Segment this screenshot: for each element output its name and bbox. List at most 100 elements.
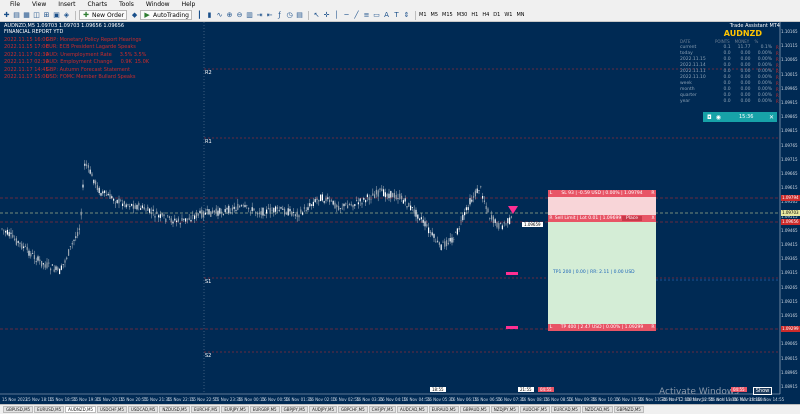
entry-close-button[interactable]: X [650, 216, 656, 221]
tp-panel[interactable]: L TP 400 | 2.47 USD | 0.00% | 1.09299 R [548, 324, 656, 331]
candle-body [467, 207, 469, 210]
profiles-icon[interactable]: ▤ [12, 11, 21, 20]
screenshot-icon[interactable]: ◘ [707, 114, 712, 121]
metaeditor-icon[interactable]: ◆ [130, 11, 139, 20]
chart-tab[interactable]: USDCAD,M5 [127, 406, 159, 413]
timeframe-m1[interactable]: M1 [419, 12, 427, 18]
candle-body [114, 202, 116, 204]
chart-tab[interactable]: AUDCAD,M5 [397, 406, 428, 413]
chart-shift-icon[interactable]: ⇤ [265, 11, 274, 20]
timeframe-m30[interactable]: M30 [457, 12, 468, 18]
horizontal-line-icon[interactable]: ─ [342, 11, 351, 20]
tp-drag-handle[interactable] [506, 326, 518, 329]
close-icon[interactable]: ✕ [769, 114, 774, 121]
news-date: 2022.11.17 14:45 [4, 66, 49, 73]
toolbar: ✚ ▤ ▦ ◫ ⊞ ▣ ◈ ✚ New Order ◆ ▶ AutoTradin… [0, 9, 800, 22]
cursor-icon[interactable]: ↖ [312, 11, 321, 20]
chart-tab[interactable]: GBPCHF,M5 [338, 406, 368, 413]
autoscroll-icon[interactable]: ⇥ [255, 11, 264, 20]
channel-icon[interactable]: ≡ [362, 11, 371, 20]
chart-tab[interactable]: NZDCAD,M5 [581, 406, 613, 413]
eye-icon[interactable]: ◉ [716, 114, 721, 121]
menu-help[interactable]: Help [182, 1, 196, 8]
navigator-icon[interactable]: ◫ [32, 11, 41, 20]
timeframe-w1[interactable]: W1 [504, 12, 512, 18]
zoom-out-icon[interactable]: ⊖ [235, 11, 244, 20]
new-order-button[interactable]: ✚ New Order [79, 10, 128, 20]
news-item: 2022.11.17 02:30AUD: Unemployment Rate 3.… [4, 52, 149, 59]
candle-body [62, 264, 64, 265]
timeframe-m5[interactable]: M5 [431, 12, 439, 18]
crosshair-icon[interactable]: ✛ [322, 11, 331, 20]
candle-body [3, 229, 5, 231]
timeframe-m15[interactable]: M15 [442, 12, 453, 18]
chart-tab[interactable]: EURAUD,M5 [428, 406, 459, 413]
candle-body [201, 209, 203, 218]
entry-panel[interactable]: R Sell Limit | Lot 0.01 | 1.09699 Place … [548, 215, 656, 222]
candle-body [165, 218, 167, 222]
chart-tab[interactable]: EURCAD,M5 [550, 406, 581, 413]
menu-file[interactable]: File [10, 1, 20, 8]
autotrading-button[interactable]: ▶ AutoTrading [140, 10, 192, 20]
line-chart-icon[interactable]: ∿ [215, 11, 224, 20]
zoom-in-icon[interactable]: ⊕ [225, 11, 234, 20]
candle-body [147, 206, 149, 211]
chart-tab[interactable]: AUDJPY,M5 [309, 406, 338, 413]
chart-tab[interactable]: EURJPY,M5 [221, 406, 249, 413]
chart-tab[interactable]: EURUSD,M5 [34, 406, 65, 413]
chart-tab[interactable]: CHFJPY,M5 [368, 406, 396, 413]
new-chart-icon[interactable]: ✚ [2, 11, 11, 20]
trendline-icon[interactable]: ╱ [352, 11, 361, 20]
periods-icon[interactable]: ◷ [285, 11, 294, 20]
bar-chart-icon[interactable]: ┃ [195, 11, 204, 20]
candlestick-icon[interactable]: ▮ [205, 11, 214, 20]
chart-tab[interactable]: EURCHF,M5 [190, 406, 221, 413]
menu-view[interactable]: View [32, 1, 46, 8]
price-tick-label: 1.10015 [781, 71, 798, 77]
timeframe-mn[interactable]: MN [516, 12, 524, 18]
candle-body [80, 211, 82, 216]
chart-tab[interactable]: AUDNZD,M5 [65, 406, 96, 413]
chart-tab[interactable]: NZDJPY,M5 [490, 406, 519, 413]
templates-icon[interactable]: ▤ [295, 11, 304, 20]
text-icon[interactable]: A [382, 11, 391, 20]
timeframe-d1[interactable]: D1 [493, 12, 500, 18]
menu-insert[interactable]: Insert [58, 1, 75, 8]
chart-tab[interactable]: NZDUSD,M5 [159, 406, 190, 413]
fibonacci-icon[interactable]: ▭ [372, 11, 381, 20]
candle-body [312, 201, 314, 207]
timeframe-h4[interactable]: H4 [482, 12, 489, 18]
menu-window[interactable]: Window [146, 1, 170, 8]
candle-body [123, 201, 125, 204]
sl-panel[interactable]: L SL 93 | -0.59 USD | 0.00% | 1.09794 R [548, 190, 656, 197]
timer-label: 15:36 [739, 114, 754, 120]
vertical-line-icon[interactable]: │ [332, 11, 341, 20]
label-icon[interactable]: T [392, 11, 401, 20]
timeframe-h1[interactable]: H1 [471, 12, 478, 18]
place-button[interactable]: Place [622, 216, 642, 221]
data-window-icon[interactable]: ⊞ [42, 11, 51, 20]
market-watch-icon[interactable]: ▦ [22, 11, 31, 20]
chart-tab[interactable]: AUDCHF,M5 [519, 406, 550, 413]
candle-body [71, 243, 73, 245]
indicators-icon[interactable]: ƒ [275, 11, 284, 20]
chart-title: AUDNZD,M5 1.09703 1.09703 1.09656 1.0965… [4, 23, 124, 35]
terminal-icon[interactable]: ▣ [52, 11, 61, 20]
tp1-drag-handle[interactable] [506, 272, 518, 275]
price-chart[interactable]: AUDNZD,M5 1.09703 1.09703 1.09656 1.0965… [0, 22, 800, 404]
time-tick-label: 15 Nov 2022 [2, 397, 28, 402]
menu-tools[interactable]: Tools [119, 1, 134, 8]
arrows-icon[interactable]: ⇕ [402, 11, 411, 20]
chart-tab[interactable]: GBPJPY,M5 [280, 406, 309, 413]
chart-tab[interactable]: USDCHF,M5 [96, 406, 127, 413]
chart-tab[interactable]: GBPUSD,M5 [3, 406, 34, 413]
strategy-tester-icon[interactable]: ◈ [62, 11, 71, 20]
menu-charts[interactable]: Charts [88, 1, 108, 8]
chart-toolbar-strip[interactable]: ◘ ◉ 15:36 ✕ [703, 112, 777, 122]
tile-windows-icon[interactable]: ▥ [245, 11, 254, 20]
chart-tab[interactable]: GBPAUD,M5 [459, 406, 490, 413]
chart-tab[interactable]: EURGBP,M5 [249, 406, 280, 413]
chart-tab[interactable]: GBPNZD,M5 [613, 406, 644, 413]
candle-body [230, 211, 232, 214]
ask-price-tag: 1.09703 [781, 210, 800, 216]
